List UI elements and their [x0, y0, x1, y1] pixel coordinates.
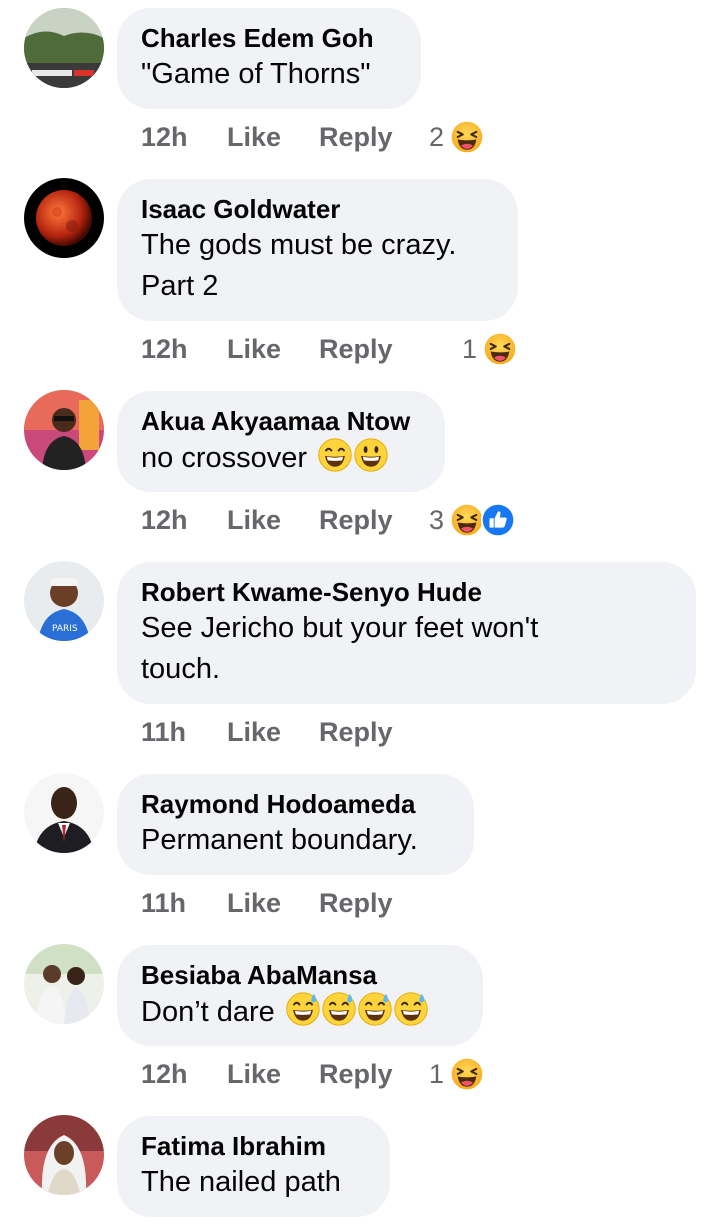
- like-button[interactable]: Like: [227, 1059, 319, 1090]
- comment-bubble[interactable]: Besiaba AbaMansa Don’t dare: [117, 945, 483, 1046]
- avatar-charles[interactable]: [24, 8, 104, 88]
- reply-button[interactable]: Reply: [319, 888, 393, 919]
- haha-icon: [450, 503, 484, 537]
- avatar-akua[interactable]: [24, 390, 104, 470]
- comment-text: Permanent boundary.: [141, 824, 418, 856]
- grinning-emoji: [353, 437, 389, 473]
- comment-author[interactable]: Akua Akyaamaa Ntow: [141, 405, 421, 437]
- haha-icon: [483, 332, 517, 366]
- haha-icon: [450, 1057, 484, 1091]
- comment-time[interactable]: 12h: [141, 1059, 227, 1090]
- comment-bubble[interactable]: Charles Edem Goh "Game of Thorns": [117, 8, 421, 109]
- svg-text:PARIS: PARIS: [52, 624, 78, 634]
- comment-bubble[interactable]: Robert Kwame-Senyo Hude See Jericho but …: [117, 562, 696, 704]
- comment-author[interactable]: Isaac Goldwater: [141, 193, 494, 225]
- comment-author[interactable]: Raymond Hodoameda: [141, 788, 450, 820]
- avatar-raymond[interactable]: [24, 773, 104, 853]
- reply-button[interactable]: Reply: [319, 122, 393, 153]
- reaction-count: 2: [429, 121, 445, 152]
- comment-text: no crossover: [141, 437, 421, 479]
- comment-time[interactable]: 11h: [141, 717, 227, 748]
- like-icon: [481, 503, 515, 537]
- comment-actions: 11h Like Reply: [141, 883, 393, 923]
- comment-text-line-1: See Jericho but your feet won't: [141, 612, 539, 644]
- avatar-robert[interactable]: PARIS: [24, 561, 104, 641]
- reaction-count: 3: [429, 504, 445, 535]
- like-button[interactable]: Like: [227, 334, 319, 365]
- reaction-summary[interactable]: 1: [462, 329, 517, 369]
- comment-text-body: Don’t dare: [141, 996, 275, 1028]
- comment-text: The nailed path: [141, 1166, 341, 1198]
- avatar-besiaba[interactable]: [24, 944, 104, 1024]
- reply-button[interactable]: Reply: [319, 717, 393, 748]
- comment-author[interactable]: Robert Kwame-Senyo Hude: [141, 576, 672, 608]
- comment-time[interactable]: 12h: [141, 334, 227, 365]
- comment-bubble[interactable]: Akua Akyaamaa Ntow no crossover: [117, 391, 445, 492]
- like-button[interactable]: Like: [227, 888, 319, 919]
- comment-author[interactable]: Besiaba AbaMansa: [141, 959, 459, 991]
- reaction-summary[interactable]: 3: [429, 500, 515, 540]
- reaction-count: 1: [429, 1058, 445, 1089]
- like-button[interactable]: Like: [227, 505, 319, 536]
- comment-time[interactable]: 12h: [141, 122, 227, 153]
- comment-text-line-2: touch.: [141, 653, 220, 685]
- grinning-squinting-emoji: [317, 437, 353, 473]
- comment-author[interactable]: Fatima Ibrahim: [141, 1130, 366, 1162]
- reaction-summary[interactable]: 1: [429, 1054, 484, 1094]
- comment-actions: 12h Like Reply: [141, 500, 393, 540]
- comment-text-body: no crossover: [141, 442, 308, 474]
- like-button[interactable]: Like: [227, 717, 319, 748]
- comment-time[interactable]: 11h: [141, 888, 227, 919]
- comment-time[interactable]: 12h: [141, 505, 227, 536]
- comment-bubble[interactable]: Fatima Ibrahim The nailed path: [117, 1116, 390, 1217]
- grinning-sweat-emoji: [393, 991, 429, 1027]
- grinning-sweat-emoji: [321, 991, 357, 1027]
- comment-bubble[interactable]: Raymond Hodoameda Permanent boundary.: [117, 774, 474, 875]
- haha-icon: [450, 120, 484, 154]
- reply-button[interactable]: Reply: [319, 1059, 393, 1090]
- comment-actions: 11h Like Reply: [141, 712, 393, 752]
- comment-actions: 12h Like Reply: [141, 1054, 393, 1094]
- reaction-summary[interactable]: 2: [429, 117, 484, 157]
- reply-button[interactable]: Reply: [319, 505, 393, 536]
- comment-actions: 12h Like Reply: [141, 117, 393, 157]
- comment-actions: 12h Like Reply: [141, 329, 393, 369]
- reply-button[interactable]: Reply: [319, 334, 393, 365]
- like-button[interactable]: Like: [227, 122, 319, 153]
- grinning-sweat-emoji: [357, 991, 393, 1027]
- comment-text-line-2: Part 2: [141, 270, 219, 302]
- comment-text-line-1: The gods must be crazy.: [141, 229, 457, 261]
- reaction-count: 1: [462, 333, 478, 364]
- avatar-isaac[interactable]: [24, 178, 104, 258]
- comment-author[interactable]: Charles Edem Goh: [141, 22, 397, 54]
- comment-text: "Game of Thorns": [141, 58, 371, 90]
- comment-text: Don’t dare: [141, 991, 459, 1033]
- avatar-fatima[interactable]: [24, 1115, 104, 1195]
- comment-bubble[interactable]: Isaac Goldwater The gods must be crazy. …: [117, 179, 518, 321]
- grinning-sweat-emoji: [285, 991, 321, 1027]
